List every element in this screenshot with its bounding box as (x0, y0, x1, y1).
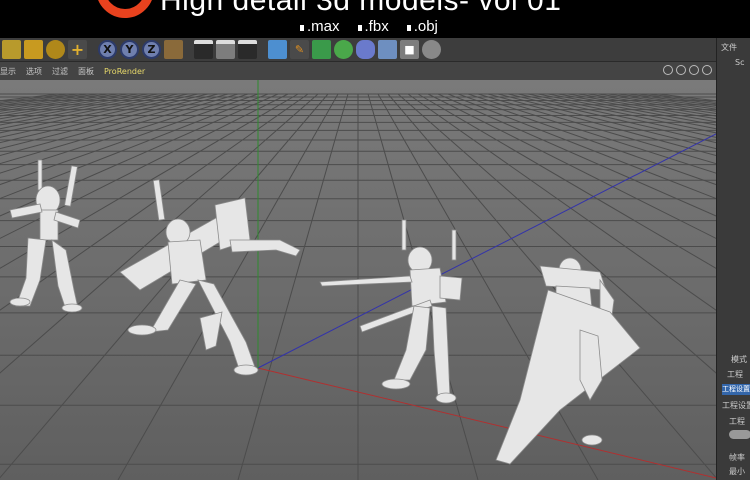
x-axis-button[interactable]: X (98, 40, 117, 59)
banner-title: High detail 3d models- vol 01 (160, 0, 562, 17)
panel-project-label: 工程 (727, 370, 743, 379)
menu-panel[interactable]: 面板 (78, 66, 94, 77)
panel-min-label: 最小 (729, 467, 745, 476)
pan-icon[interactable] (663, 65, 673, 75)
floor-icon[interactable] (378, 40, 397, 59)
panel-project-settings-tab[interactable]: 工程设置 (722, 384, 750, 395)
subdivision-icon[interactable] (312, 40, 331, 59)
camera-icon[interactable]: ■ (400, 40, 419, 59)
rotate-icon[interactable] (46, 40, 65, 59)
maximize-icon[interactable] (702, 65, 712, 75)
add-icon[interactable]: + (68, 40, 87, 59)
z-axis-button[interactable]: Z (142, 40, 161, 59)
attribute-panel: 文件 Sc 模式 工程 工程设置 工程设置 工程 帧率 最小 (716, 38, 750, 480)
panel-project-settings[interactable]: 工程设置 (722, 400, 750, 411)
3d-viewport[interactable] (0, 80, 716, 480)
panel-frame-rate: 帧率 (729, 453, 745, 462)
panel-project-sub: 工程 (729, 417, 745, 426)
array-icon[interactable] (334, 40, 353, 59)
pen-icon[interactable]: ✎ (290, 40, 309, 59)
format-obj: .obj (407, 18, 438, 35)
cube-icon[interactable] (268, 40, 287, 59)
menu-options[interactable]: 选项 (26, 66, 42, 77)
orbit-icon[interactable] (689, 65, 699, 75)
zoom-icon[interactable] (676, 65, 686, 75)
y-axis-button[interactable]: Y (120, 40, 139, 59)
menu-prorender[interactable]: ProRender (104, 67, 145, 76)
move-icon[interactable] (2, 40, 21, 59)
render-view-icon[interactable] (216, 40, 235, 59)
deformer-icon[interactable] (356, 40, 375, 59)
scale-icon[interactable] (24, 40, 43, 59)
panel-slider[interactable] (729, 430, 750, 439)
viewport-menu: 显示 选项 过滤 面板 ProRender (0, 62, 716, 80)
viewport-nav-icons (663, 65, 712, 75)
light-icon[interactable] (422, 40, 441, 59)
panel-file-label[interactable]: 文件 (721, 42, 737, 53)
render-settings-icon[interactable] (238, 40, 257, 59)
format-max: .max (300, 18, 340, 35)
format-list: .max .fbx .obj (300, 18, 438, 35)
promo-banner: High detail 3d models- vol 01 .max .fbx … (0, 0, 750, 38)
main-toolbar: + X Y Z ✎ ■ (0, 38, 716, 62)
panel-scene-label[interactable]: Sc (735, 58, 744, 67)
render-icon[interactable] (194, 40, 213, 59)
world-coord-icon[interactable] (164, 40, 183, 59)
panel-mode-label[interactable]: 模式 (731, 354, 747, 365)
brand-logo (96, 0, 154, 18)
format-fbx: .fbx (358, 18, 389, 35)
menu-filter[interactable]: 过滤 (52, 66, 68, 77)
menu-display[interactable]: 显示 (0, 66, 16, 77)
